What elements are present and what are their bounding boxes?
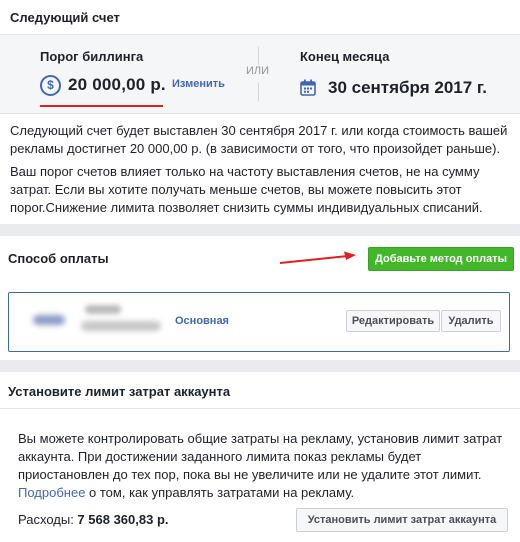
calendar-icon — [300, 79, 316, 96]
threshold-info: Ваш порог счетов влияет только на частот… — [10, 164, 483, 215]
billing-summary: Порог биллинга $ 20 000,00 р. Изменить И… — [0, 34, 520, 114]
learn-more-link[interactable]: Подробнее — [18, 485, 85, 500]
dollar-icon: $ — [40, 75, 61, 96]
payment-method-header: Способ оплаты — [8, 251, 109, 266]
or-label: ИЛИ — [246, 65, 270, 77]
divider-top — [258, 47, 259, 65]
card-logo-blurred — [33, 315, 65, 325]
spent-amount: Расходы: 7 568 360,83 р. — [18, 512, 169, 527]
month-end-label: Конец месяца — [300, 49, 390, 64]
spend-limit-description: Вы можете контролировать общие затраты н… — [18, 430, 508, 502]
primary-badge: Основная — [175, 315, 229, 327]
delete-payment-button[interactable]: Удалить — [441, 310, 501, 332]
change-threshold-link[interactable]: Изменить — [172, 78, 225, 90]
edit-payment-button[interactable]: Редактировать — [346, 310, 440, 332]
payment-method-item[interactable]: Основная Редактировать Удалить — [8, 292, 510, 352]
month-end-date: 30 сентября 2017 г. — [328, 78, 488, 97]
red-arrow-annotation — [279, 251, 356, 264]
spent-label: Расходы: — [18, 512, 78, 527]
threshold-value: 20 000,00 р. — [68, 75, 166, 94]
spend-limit-card: Установите лимит затрат аккаунта Вы може… — [0, 372, 520, 542]
card-type-blurred — [85, 305, 121, 314]
add-payment-method-button[interactable]: Добавьте метод оплаты — [368, 247, 514, 271]
set-spend-limit-button[interactable]: Установить лимит затрат аккаунта — [296, 508, 508, 532]
spend-limit-text-end: о том, как управлять затратами на реклам… — [85, 485, 355, 500]
next-bill-description: Следующий счет будет выставлен 30 сентяб… — [10, 123, 508, 156]
spent-value: 7 568 360,83 р. — [77, 512, 169, 527]
next-bill-header: Следующий счет — [10, 10, 120, 25]
divider-bottom — [258, 83, 259, 101]
card-number-blurred — [81, 321, 161, 331]
threshold-label: Порог биллинга — [40, 49, 144, 64]
section-divider — [0, 408, 520, 409]
next-bill-card: Следующий счет Порог биллинга $ 20 000,0… — [0, 0, 520, 224]
spend-limit-header: Установите лимит затрат аккаунта — [8, 384, 231, 399]
spend-limit-text: Вы можете контролировать общие затраты н… — [18, 431, 503, 482]
red-underline-annotation — [40, 105, 163, 107]
payment-method-card: Способ оплаты Добавьте метод оплаты Осно… — [0, 236, 520, 360]
